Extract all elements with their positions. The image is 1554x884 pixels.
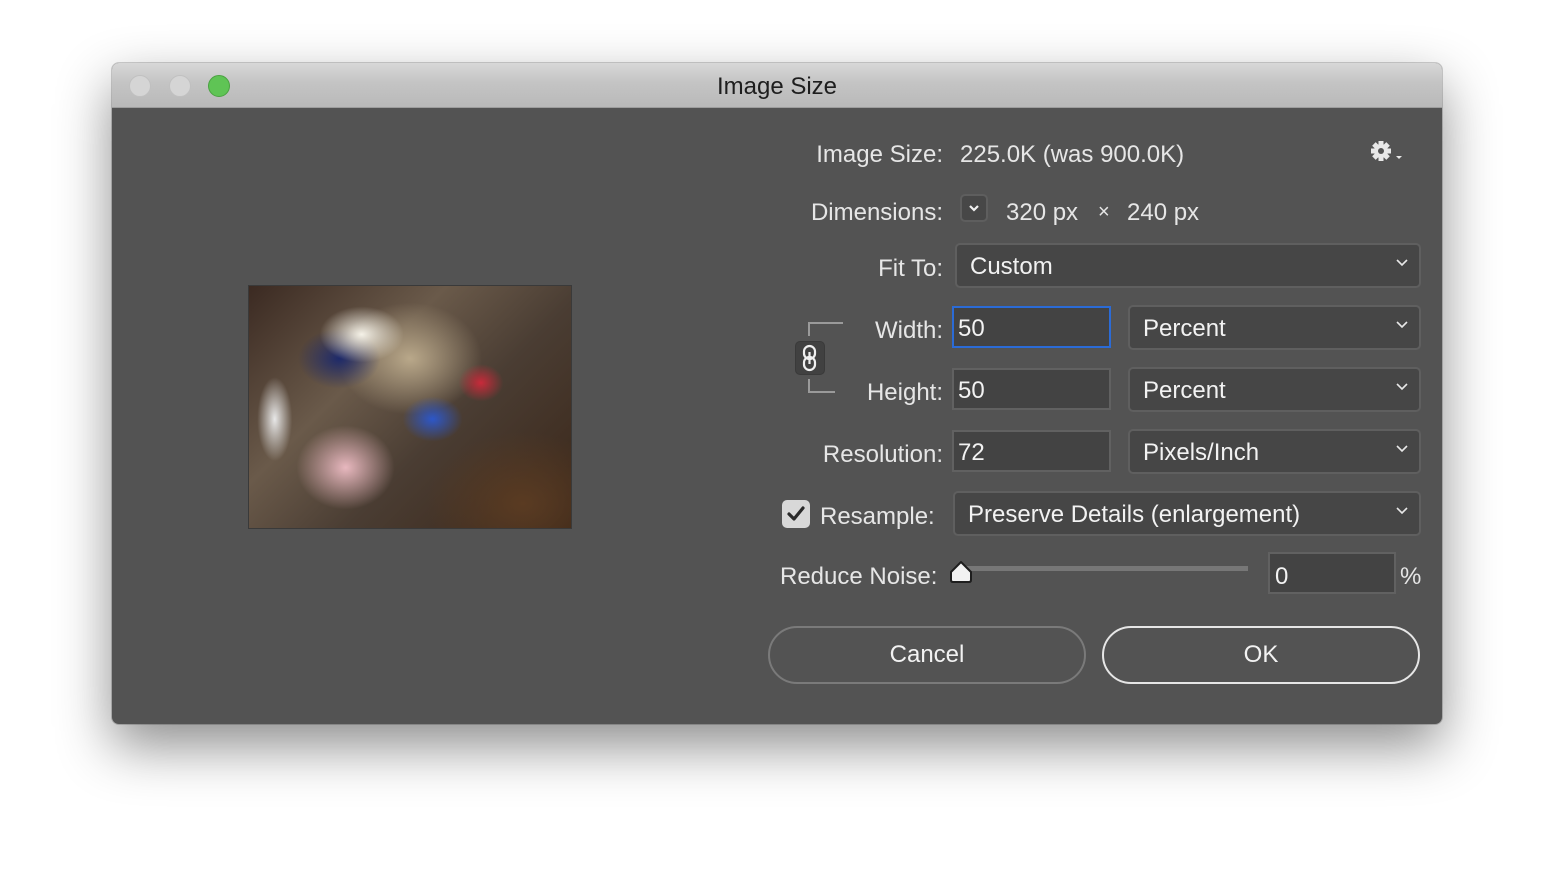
height-input[interactable]: 50	[952, 368, 1111, 410]
resolution-input[interactable]: 72	[952, 430, 1111, 472]
reduce-noise-slider-track[interactable]	[962, 566, 1248, 571]
cancel-button[interactable]: Cancel	[768, 626, 1086, 684]
height-unit-selected: Percent	[1143, 377, 1226, 404]
height-label: Height:	[866, 379, 943, 406]
image-size-value: 225.0K (was 900.0K)	[960, 141, 1185, 168]
height-unit-select[interactable]: Percent	[1128, 367, 1421, 412]
constrain-bracket-bottom	[808, 379, 835, 393]
reduce-noise-label: Reduce Noise:	[780, 563, 938, 590]
resample-method-select[interactable]: Preserve Details (enlargement)	[953, 491, 1421, 536]
resolution-label: Resolution:	[822, 441, 943, 468]
gear-icon[interactable]	[1370, 139, 1410, 165]
chevron-down-icon	[969, 205, 979, 212]
dimensions-width-value: 320 px	[1006, 199, 1079, 226]
resolution-unit-select[interactable]: Pixels/Inch	[1128, 429, 1421, 474]
width-label: Width:	[874, 317, 943, 344]
width-unit-selected: Percent	[1143, 315, 1226, 342]
width-input[interactable]: 50	[952, 306, 1111, 348]
resolution-unit-selected: Pixels/Inch	[1143, 439, 1260, 466]
chevron-down-icon	[1396, 259, 1408, 267]
resample-method-selected: Preserve Details (enlargement)	[968, 501, 1301, 528]
chevron-down-icon	[1396, 507, 1408, 515]
width-unit-select[interactable]: Percent	[1128, 305, 1421, 350]
reduce-noise-percent-sign: %	[1400, 563, 1422, 590]
dimensions-height-value: 240 px	[1127, 199, 1200, 226]
image-size-dialog: Image Size Image Size: 225.0K (was 900.0…	[112, 63, 1442, 724]
image-preview[interactable]	[248, 285, 572, 529]
chevron-down-icon	[1396, 383, 1408, 391]
image-size-label: Image Size:	[816, 141, 943, 168]
fit-to-select[interactable]: Custom	[955, 243, 1421, 288]
constrain-proportions-button[interactable]	[795, 341, 825, 375]
reduce-noise-slider-thumb[interactable]	[948, 560, 974, 584]
resample-checkbox[interactable]	[782, 500, 810, 528]
ok-button[interactable]: OK	[1102, 626, 1420, 684]
resolution-input-value: 72	[958, 439, 985, 466]
dimensions-label: Dimensions:	[810, 199, 943, 226]
dropdown-caret-icon	[1396, 156, 1402, 159]
fit-to-selected: Custom	[970, 253, 1053, 280]
resample-label: Resample:	[820, 503, 935, 530]
window-title: Image Size	[716, 73, 838, 100]
chevron-down-icon	[1396, 321, 1408, 329]
height-input-value: 50	[958, 377, 985, 404]
dimensions-times-sign: ×	[1098, 201, 1110, 223]
width-input-value: 50	[958, 315, 985, 342]
checkmark-icon	[787, 506, 805, 521]
title-bar[interactable]: Image Size	[112, 63, 1442, 108]
reduce-noise-input[interactable]: 0	[1268, 552, 1396, 594]
chevron-down-icon	[1396, 445, 1408, 453]
fit-to-label: Fit To:	[878, 255, 943, 282]
reduce-noise-input-value: 0	[1275, 563, 1289, 590]
dimensions-unit-toggle[interactable]	[960, 194, 988, 222]
constrain-bracket-top	[808, 322, 843, 336]
link-icon	[802, 344, 817, 372]
